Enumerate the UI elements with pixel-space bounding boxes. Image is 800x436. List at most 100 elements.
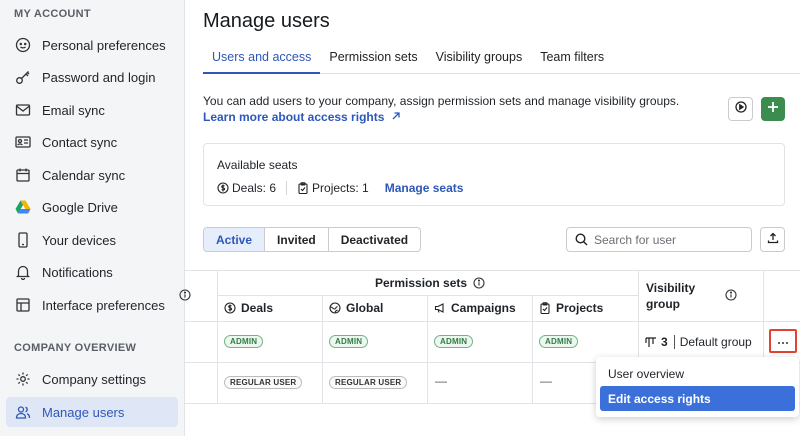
seat-counts: Deals: 6 Projects: 1 Manage seats bbox=[217, 181, 463, 195]
learn-more-link[interactable]: Learn more about access rights bbox=[203, 110, 401, 124]
sliders-icon bbox=[14, 296, 32, 314]
mail-icon bbox=[14, 101, 32, 119]
tab-visibility-groups[interactable]: Visibility groups bbox=[427, 44, 532, 74]
filter-active[interactable]: Active bbox=[204, 228, 266, 251]
column-header-projects: Projects bbox=[539, 301, 603, 315]
column-header-visibility-group: Visibility group bbox=[646, 281, 696, 311]
sidebar-item-label: Notifications bbox=[42, 264, 113, 280]
tab-permission-sets[interactable]: Permission sets bbox=[320, 44, 426, 74]
add-user-button[interactable] bbox=[761, 97, 785, 121]
sidebar-item-label: Interface preferences bbox=[42, 297, 165, 313]
sidebar-item-label: Calendar sync bbox=[42, 167, 126, 183]
key-icon bbox=[14, 68, 32, 86]
phone-icon bbox=[14, 231, 32, 249]
upload-icon bbox=[767, 231, 779, 249]
sidebar-item-email-sync[interactable]: Email sync bbox=[6, 95, 178, 125]
permission-badge: ADMIN bbox=[329, 335, 369, 348]
company-overview-section-title: COMPANY OVERVIEW bbox=[14, 342, 137, 354]
sidebar-item-contact-sync[interactable]: Contact sync bbox=[6, 127, 178, 157]
tab-bar: Users and access Permission sets Visibil… bbox=[203, 44, 800, 74]
empty-value: — bbox=[435, 374, 447, 388]
more-actions-button[interactable] bbox=[769, 329, 797, 353]
sidebar-item-label: Google Drive bbox=[42, 199, 118, 215]
video-tutorial-button[interactable] bbox=[728, 97, 753, 121]
smile-icon bbox=[14, 36, 32, 54]
users-icon bbox=[14, 403, 32, 421]
play-icon bbox=[734, 100, 747, 118]
table-border-top bbox=[185, 270, 800, 271]
status-filter: Active Invited Deactivated bbox=[203, 227, 422, 252]
export-button[interactable] bbox=[760, 227, 785, 252]
sidebar-item-manage-users[interactable]: Manage users bbox=[6, 397, 178, 427]
divider bbox=[286, 181, 288, 195]
bell-icon bbox=[14, 263, 32, 281]
sidebar-item-company-settings[interactable]: Company settings bbox=[6, 364, 178, 394]
permission-badge: ADMIN bbox=[434, 335, 474, 348]
calendar-icon bbox=[14, 166, 32, 184]
sidebar-item-password-and-login[interactable]: Password and login bbox=[6, 62, 178, 92]
sidebar-item-label: Your devices bbox=[42, 232, 116, 248]
column-header-global: Global bbox=[329, 301, 383, 315]
sidebar-item-google-drive[interactable]: Google Drive bbox=[6, 192, 178, 222]
column-divider bbox=[217, 270, 218, 403]
sidebar-item-label: Email sync bbox=[42, 102, 105, 118]
filter-invited[interactable]: Invited bbox=[265, 228, 329, 251]
visibility-group-cell[interactable]: 3 Default group bbox=[645, 335, 752, 349]
dollar-icon bbox=[224, 302, 236, 314]
sidebar-item-notifications[interactable]: Notifications bbox=[6, 257, 178, 287]
sidebar-item-label: Manage users bbox=[42, 404, 125, 420]
column-divider bbox=[322, 295, 323, 403]
info-icon[interactable] bbox=[725, 289, 737, 301]
search-icon bbox=[575, 233, 588, 246]
main-content: Manage users Users and access Permission… bbox=[179, 0, 800, 436]
permission-badge: ADMIN bbox=[539, 335, 579, 348]
manage-seats-link[interactable]: Manage seats bbox=[385, 181, 464, 195]
hierarchy-icon bbox=[645, 336, 657, 348]
globe-icon bbox=[329, 302, 341, 314]
search-box[interactable] bbox=[566, 227, 752, 252]
clipboard-icon bbox=[539, 302, 551, 314]
menu-item-edit-access-rights[interactable]: Edit access rights bbox=[600, 386, 795, 411]
seats-title: Available seats bbox=[217, 158, 298, 172]
search-input[interactable] bbox=[594, 232, 744, 247]
column-divider bbox=[532, 295, 533, 403]
permission-sets-header: Permission sets bbox=[375, 276, 485, 290]
projects-seats: Projects: 1 bbox=[312, 181, 369, 195]
menu-item-user-overview[interactable]: User overview bbox=[600, 361, 795, 386]
sidebar-item-personal-preferences[interactable]: Personal preferences bbox=[6, 30, 178, 60]
sidebar-item-calendar-sync[interactable]: Calendar sync bbox=[6, 160, 178, 190]
divider bbox=[673, 335, 675, 349]
deals-seats: Deals: 6 bbox=[232, 181, 277, 195]
permission-badge: ADMIN bbox=[224, 335, 264, 348]
permission-badge: REGULAR USER bbox=[224, 376, 303, 389]
column-label: Campaigns bbox=[451, 301, 516, 315]
intro-text: You can add users to your company, assig… bbox=[203, 94, 680, 108]
sidebar-item-label: Contact sync bbox=[42, 134, 118, 150]
tab-team-filters[interactable]: Team filters bbox=[531, 44, 613, 74]
sidebar-item-your-devices[interactable]: Your devices bbox=[6, 225, 178, 255]
sidebar-item-label: Personal preferences bbox=[42, 37, 166, 53]
sidebar: MY ACCOUNT Personal preferences Password… bbox=[0, 0, 185, 436]
dollar-icon bbox=[217, 182, 229, 194]
info-icon[interactable] bbox=[473, 277, 485, 289]
visibility-count: 3 bbox=[661, 335, 668, 349]
tab-users-and-access[interactable]: Users and access bbox=[203, 44, 321, 74]
learn-more-label: Learn more about access rights bbox=[203, 110, 385, 124]
external-arrow-icon bbox=[388, 110, 401, 124]
header-bottom-border bbox=[185, 321, 800, 322]
my-account-section-title: MY ACCOUNT bbox=[14, 8, 91, 20]
clipboard-icon bbox=[297, 182, 309, 194]
permission-badge: REGULAR USER bbox=[329, 376, 408, 389]
sidebar-item-interface-preferences[interactable]: Interface preferences bbox=[6, 290, 178, 320]
column-header-campaigns: Campaigns bbox=[434, 301, 516, 315]
filter-deactivated[interactable]: Deactivated bbox=[329, 228, 420, 251]
info-icon bbox=[179, 289, 191, 301]
google-drive-icon bbox=[14, 198, 32, 216]
available-seats-panel: Available seats Deals: 6 Projects: 1 Man… bbox=[203, 143, 785, 206]
column-label: Global bbox=[346, 301, 384, 315]
contact-card-icon bbox=[14, 133, 32, 151]
ellipsis-icon bbox=[777, 334, 789, 348]
column-label: Deals bbox=[241, 301, 274, 315]
visibility-group-name: Default group bbox=[679, 335, 752, 349]
empty-value: — bbox=[540, 374, 552, 388]
